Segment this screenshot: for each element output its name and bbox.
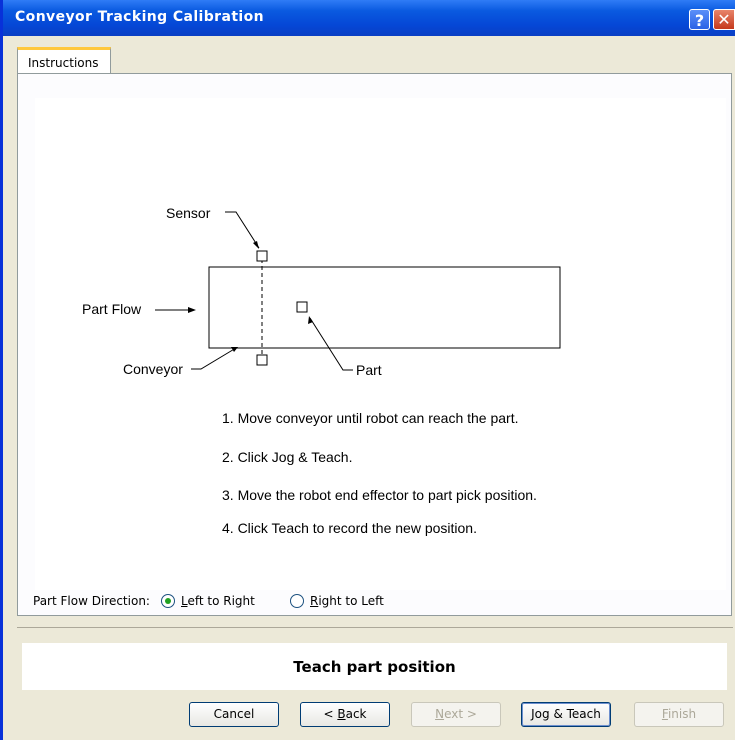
sensor-top-marker: [256, 250, 268, 262]
next-button[interactable]: Next >: [411, 702, 501, 727]
left-to-right-radio[interactable]: [161, 594, 175, 608]
dialog-window: Conveyor Tracking Calibration ? ✕ Instru…: [0, 0, 735, 740]
instruction-step-4: 4. Click Teach to record the new positio…: [222, 520, 477, 536]
part-marker: [296, 301, 308, 313]
status-box: Teach part position: [22, 643, 727, 690]
flow-direction-label: Part Flow Direction:: [33, 594, 150, 608]
right-to-left-label[interactable]: Right to Left: [310, 594, 384, 608]
separator: [17, 627, 733, 628]
conveyor-label: Conveyor: [123, 361, 183, 377]
finish-button[interactable]: Finish: [634, 702, 724, 727]
jog-teach-button[interactable]: Jog & Teach: [521, 702, 611, 727]
part-flow-label: Part Flow: [82, 301, 142, 317]
right-to-left-radio[interactable]: [290, 594, 304, 608]
left-to-right-label[interactable]: Left to Right: [181, 594, 255, 608]
sensor-bottom-marker: [256, 354, 268, 366]
sensor-label: Sensor: [166, 205, 211, 221]
cancel-button[interactable]: Cancel: [189, 702, 279, 727]
back-button[interactable]: < Back: [300, 702, 390, 727]
instruction-step-2: 2. Click Jog & Teach.: [222, 449, 353, 465]
instruction-step-3: 3. Move the robot end effector to part p…: [222, 487, 537, 503]
part-label: Part: [356, 362, 382, 378]
diagram-canvas: [35, 98, 726, 590]
status-text: Teach part position: [293, 658, 456, 676]
instruction-step-1: 1. Move conveyor until robot can reach t…: [222, 410, 519, 426]
